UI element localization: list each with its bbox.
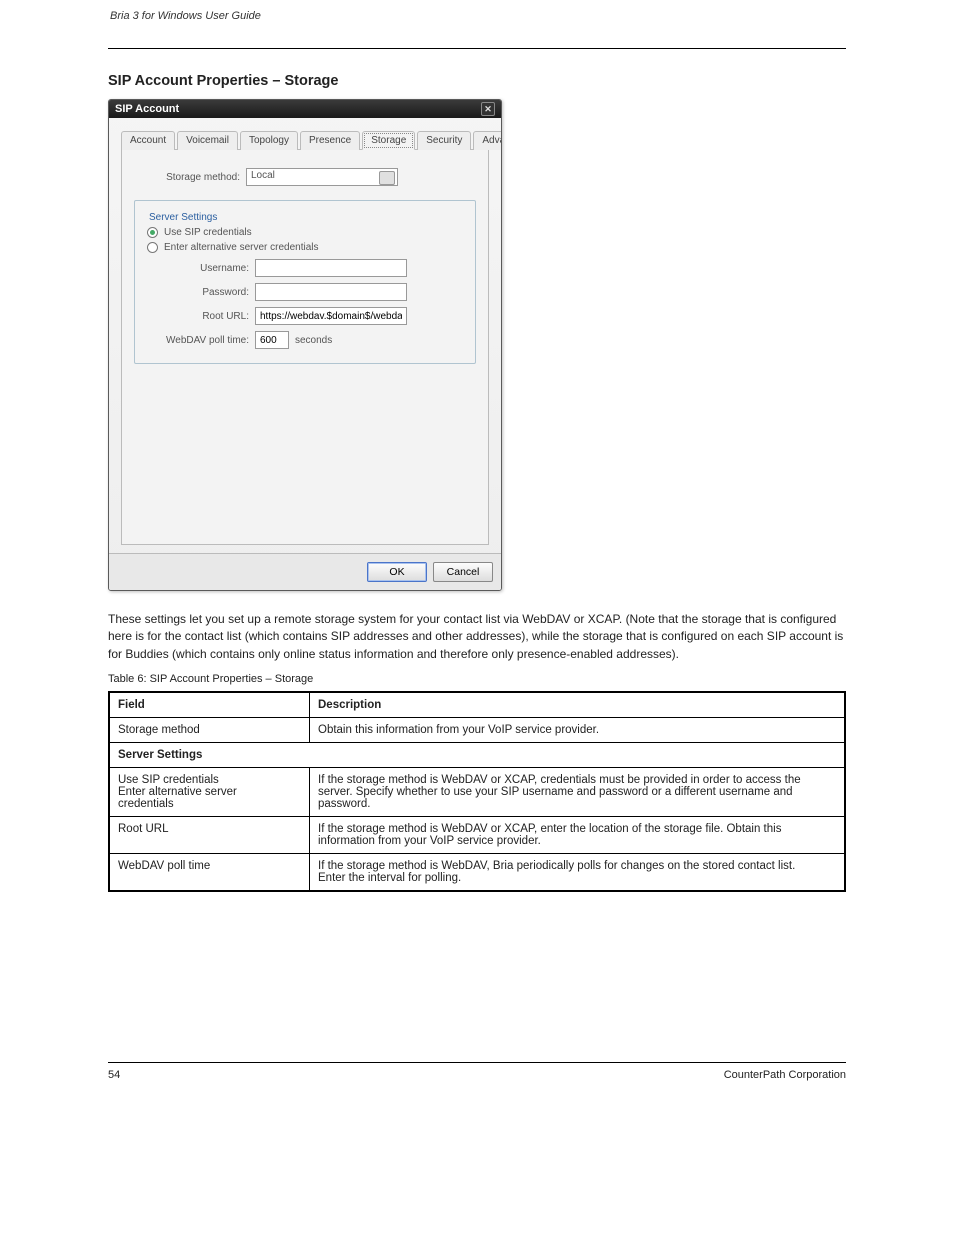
table-row: Use SIP credentials Enter alternative se… <box>110 768 845 817</box>
page-footer: 54 CounterPath Corporation <box>108 1062 846 1087</box>
dialog-buttonbar: OK Cancel <box>109 553 501 590</box>
root-url-field[interactable] <box>255 307 407 325</box>
dialog-titlebar: SIP Account ✕ <box>109 100 501 118</box>
cell-field-root-url: Root URL <box>110 817 310 854</box>
cell-section-title: Server Settings <box>110 743 845 768</box>
cell-field-credentials: Use SIP credentials Enter alternative se… <box>110 768 310 817</box>
tab-topology[interactable]: Topology <box>240 131 298 150</box>
radio-alt-creds[interactable] <box>147 242 158 253</box>
close-x-glyph: ✕ <box>484 100 492 118</box>
table-header-description: Description <box>310 693 845 718</box>
cell-desc-storage-method: Obtain this information from your VoIP s… <box>310 718 845 743</box>
table-row: WebDAV poll time If the storage method i… <box>110 854 845 891</box>
footer-page-number: 54 <box>108 1069 120 1081</box>
header-rule <box>108 48 846 49</box>
dialog-title: SIP Account <box>115 100 179 118</box>
cell-desc-poll: If the storage method is WebDAV, Bria pe… <box>310 854 845 891</box>
cell-desc-root-url: If the storage method is WebDAV or XCAP,… <box>310 817 845 854</box>
header-doc-title: Bria 3 for Windows User Guide <box>110 10 261 22</box>
cell-field-storage-method: Storage method <box>110 718 310 743</box>
section-title: SIP Account Properties – Storage <box>108 73 846 89</box>
tab-strip: Account Voicemail Topology Presence Stor… <box>121 130 489 150</box>
poll-time-field[interactable] <box>255 331 289 349</box>
password-field[interactable] <box>255 283 407 301</box>
footer-company: CounterPath Corporation <box>724 1069 846 1081</box>
username-field[interactable] <box>255 259 407 277</box>
close-icon[interactable]: ✕ <box>481 102 495 116</box>
poll-time-label: WebDAV poll time: <box>143 335 249 346</box>
storage-method-value: Local <box>251 170 275 181</box>
server-settings-legend: Server Settings <box>145 212 221 223</box>
storage-method-label: Storage method: <box>134 172 240 183</box>
radio-use-sip[interactable] <box>147 227 158 238</box>
table-row: Storage method Obtain this information f… <box>110 718 845 743</box>
ok-button[interactable]: OK <box>367 562 427 582</box>
table-header-row: Field Description <box>110 693 845 718</box>
tab-advanced[interactable]: Advanced <box>473 131 502 150</box>
cell-desc-credentials: If the storage method is WebDAV or XCAP,… <box>310 768 845 817</box>
tab-storage[interactable]: Storage <box>362 131 415 150</box>
table-section-row: Server Settings <box>110 743 845 768</box>
radio-alt-creds-label: Enter alternative server credentials <box>164 242 319 253</box>
tab-content: Storage method: Local Server Settings Us… <box>121 150 489 545</box>
sip-account-dialog: SIP Account ✕ Account Voicemail Topology… <box>108 99 502 591</box>
tab-security[interactable]: Security <box>417 131 471 150</box>
password-label: Password: <box>143 287 249 298</box>
tab-account[interactable]: Account <box>121 131 175 150</box>
server-settings-fieldset: Server Settings Use SIP credentials Ente… <box>134 200 476 364</box>
tab-presence[interactable]: Presence <box>300 131 360 150</box>
storage-method-select[interactable]: Local <box>246 168 398 186</box>
properties-table: Field Description Storage method Obtain … <box>109 692 845 891</box>
root-url-label: Root URL: <box>143 311 249 322</box>
username-label: Username: <box>143 263 249 274</box>
radio-use-sip-label: Use SIP credentials <box>164 227 252 238</box>
poll-time-units: seconds <box>295 335 332 346</box>
properties-table-wrap: Field Description Storage method Obtain … <box>108 691 846 892</box>
table-caption: Table 6: SIP Account Properties – Storag… <box>108 673 846 685</box>
cancel-button[interactable]: Cancel <box>433 562 493 582</box>
table-row: Root URL If the storage method is WebDAV… <box>110 817 845 854</box>
cell-field-poll: WebDAV poll time <box>110 854 310 891</box>
tab-voicemail[interactable]: Voicemail <box>177 131 238 150</box>
table-header-field: Field <box>110 693 310 718</box>
intro-paragraph: These settings let you set up a remote s… <box>108 611 846 663</box>
